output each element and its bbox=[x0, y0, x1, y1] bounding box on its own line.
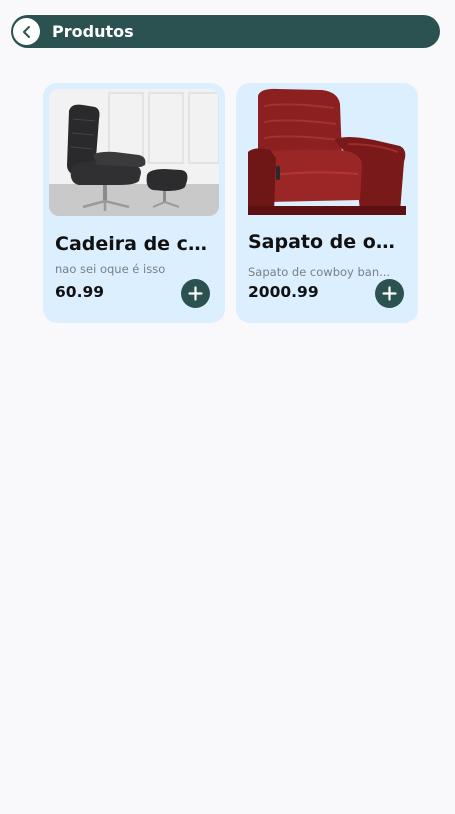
add-to-cart-button[interactable] bbox=[375, 279, 404, 308]
app-bar: Produtos bbox=[11, 15, 440, 48]
back-button[interactable] bbox=[13, 18, 40, 45]
plus-icon bbox=[382, 286, 397, 301]
product-card[interactable]: Cadeira de co... nao sei oque é isso 60.… bbox=[43, 83, 225, 323]
page-title: Produtos bbox=[52, 22, 134, 41]
product-name: Sapato de ouro bbox=[248, 231, 408, 253]
add-to-cart-button[interactable] bbox=[181, 279, 210, 308]
product-price: 60.99 bbox=[55, 283, 105, 301]
product-image bbox=[248, 88, 406, 215]
product-description: nao sei oque é isso bbox=[55, 262, 166, 276]
product-card[interactable]: Sapato de ouro Sapato de cowboy ban... 2… bbox=[236, 83, 418, 323]
product-price: 2000.99 bbox=[248, 283, 319, 301]
plus-icon bbox=[188, 286, 203, 301]
product-name: Cadeira de co... bbox=[55, 233, 215, 255]
chevron-left-icon bbox=[22, 25, 30, 38]
product-description: Sapato de cowboy ban... bbox=[248, 265, 391, 279]
product-image bbox=[49, 89, 219, 216]
